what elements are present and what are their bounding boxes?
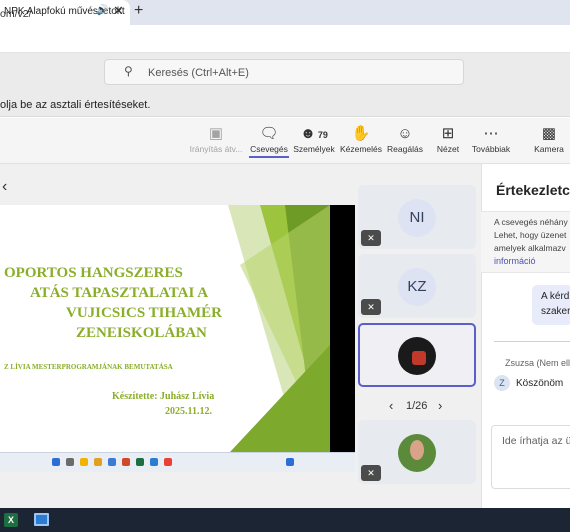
close-icon[interactable]: ✕ xyxy=(113,3,124,19)
speaker-icon[interactable]: 🔊 xyxy=(96,5,108,16)
chat-info-line: amelyek alkalmazv xyxy=(494,243,566,253)
browser-icon xyxy=(164,458,172,466)
camera-button[interactable]: ▩ Kamera xyxy=(532,124,566,154)
camera-off-icon: ▩ xyxy=(541,125,557,142)
search-icon: ⚲ xyxy=(124,64,133,78)
people-button[interactable]: ☻ 79 Személyek xyxy=(293,124,335,154)
app-icon xyxy=(122,458,130,466)
raise-hand-label: Kézemelés xyxy=(339,144,383,154)
grid-icon: ⊞ xyxy=(441,125,455,142)
smiley-icon: ☺ xyxy=(397,125,413,142)
chat-message-text: Köszönöm xyxy=(516,378,564,389)
slide-author: Készítette: Juhász Lívia xyxy=(112,391,215,402)
app-icon xyxy=(150,458,158,466)
slide-date: 2025.11.12. xyxy=(165,406,212,417)
excel-icon xyxy=(136,458,144,466)
app-icon xyxy=(108,458,116,466)
participant-page-label: 1/26 xyxy=(406,400,428,412)
chat-message-line: A kérd xyxy=(541,291,570,302)
more-icon: ⋯ xyxy=(483,125,499,142)
search-icon xyxy=(66,458,74,466)
chat-compose-placeholder: Ide írhatja az ü xyxy=(502,435,570,447)
chat-panel-title: Értekezletcs xyxy=(496,182,570,198)
people-icon: ☻ 79 xyxy=(300,125,328,142)
take-control-label: Irányítás átv... xyxy=(189,144,243,154)
hand-icon: ✋ xyxy=(351,125,371,142)
chevron-right-icon[interactable]: › xyxy=(438,398,442,413)
avatar xyxy=(398,337,436,375)
more-button[interactable]: ⋯ Továbbiak xyxy=(470,124,512,154)
take-control-button[interactable]: ▣ Irányítás átv... xyxy=(188,124,244,154)
chat-icon: 🗨 xyxy=(259,125,279,142)
screen-control-icon: ▣ xyxy=(208,125,224,142)
react-label: Reagálás xyxy=(387,144,423,154)
people-label: Személyek xyxy=(293,144,335,154)
more-info-link[interactable]: információ xyxy=(494,256,536,266)
start-icon xyxy=(52,458,60,466)
participant-tile[interactable] xyxy=(358,323,476,387)
shared-screen: OPORTOS HANGSZERES ATÁS TAPASZTALATAI A … xyxy=(0,205,355,452)
chat-label: Csevegés xyxy=(250,144,288,154)
react-button[interactable]: ☺ Reagálás xyxy=(385,124,425,154)
more-label: Továbbiak xyxy=(471,144,511,154)
address-bar[interactable] xyxy=(0,25,570,53)
search-placeholder: Keresés (Ctrl+Alt+E) xyxy=(148,67,249,79)
raise-hand-button[interactable]: ✋ Kézemelés xyxy=(338,124,384,154)
os-taskbar xyxy=(0,508,570,532)
chevron-left-icon[interactable]: ‹ xyxy=(2,178,7,196)
folder-icon xyxy=(80,458,88,466)
mic-off-icon: ✕ xyxy=(361,299,381,315)
participant-tile[interactable]: ✕ xyxy=(358,420,476,484)
avatar: Z xyxy=(494,375,510,391)
excel-icon[interactable]: X xyxy=(4,513,18,527)
chat-info-line: A csevegés néhány xyxy=(494,217,568,227)
slide-title-line-4: ZENEISKOLÁBAN xyxy=(76,325,207,341)
slide-border xyxy=(330,205,355,452)
chat-button[interactable]: 🗨 Csevegés xyxy=(249,124,289,158)
avatar: NI xyxy=(398,199,436,237)
slide-title-line-3: VUJICSICS TIHAMÉR xyxy=(66,305,223,321)
camera-label: Kamera xyxy=(534,144,564,154)
chat-message-line: szaker xyxy=(541,306,570,317)
tray-icon xyxy=(286,458,294,466)
view-label: Nézet xyxy=(436,144,460,154)
notification-text: olja be az asztali értesítéseket. xyxy=(0,99,151,111)
mic-off-icon: ✕ xyxy=(361,465,381,481)
avatar xyxy=(398,434,436,472)
view-button[interactable]: ⊞ Nézet xyxy=(432,124,464,154)
address-url[interactable]: om/v2/ xyxy=(0,8,32,20)
slide-title-line-1: OPORTOS HANGSZERES xyxy=(4,265,183,281)
slide-subtitle: Z LÍVIA MESTERPROGRAMJÁNAK BEMUTATÁSA xyxy=(4,363,173,371)
participant-tile[interactable]: NI ✕ xyxy=(358,185,476,249)
participant-tile[interactable]: KZ ✕ xyxy=(358,254,476,318)
chat-sender-name: Zsuzsa (Nem elle xyxy=(505,358,570,368)
chat-info-line: Lehet, hogy üzenet xyxy=(494,230,567,240)
avatar: KZ xyxy=(398,268,436,306)
divider xyxy=(494,341,570,342)
new-tab-button[interactable]: + xyxy=(134,2,143,20)
files-icon xyxy=(94,458,102,466)
slide-title-line-2: ATÁS TAPASZTALATAI A xyxy=(30,285,209,301)
remote-desktop-icon[interactable] xyxy=(34,513,49,526)
mic-off-icon: ✕ xyxy=(361,230,381,246)
people-count: 79 xyxy=(317,130,328,140)
chevron-left-icon[interactable]: ‹ xyxy=(389,398,393,413)
